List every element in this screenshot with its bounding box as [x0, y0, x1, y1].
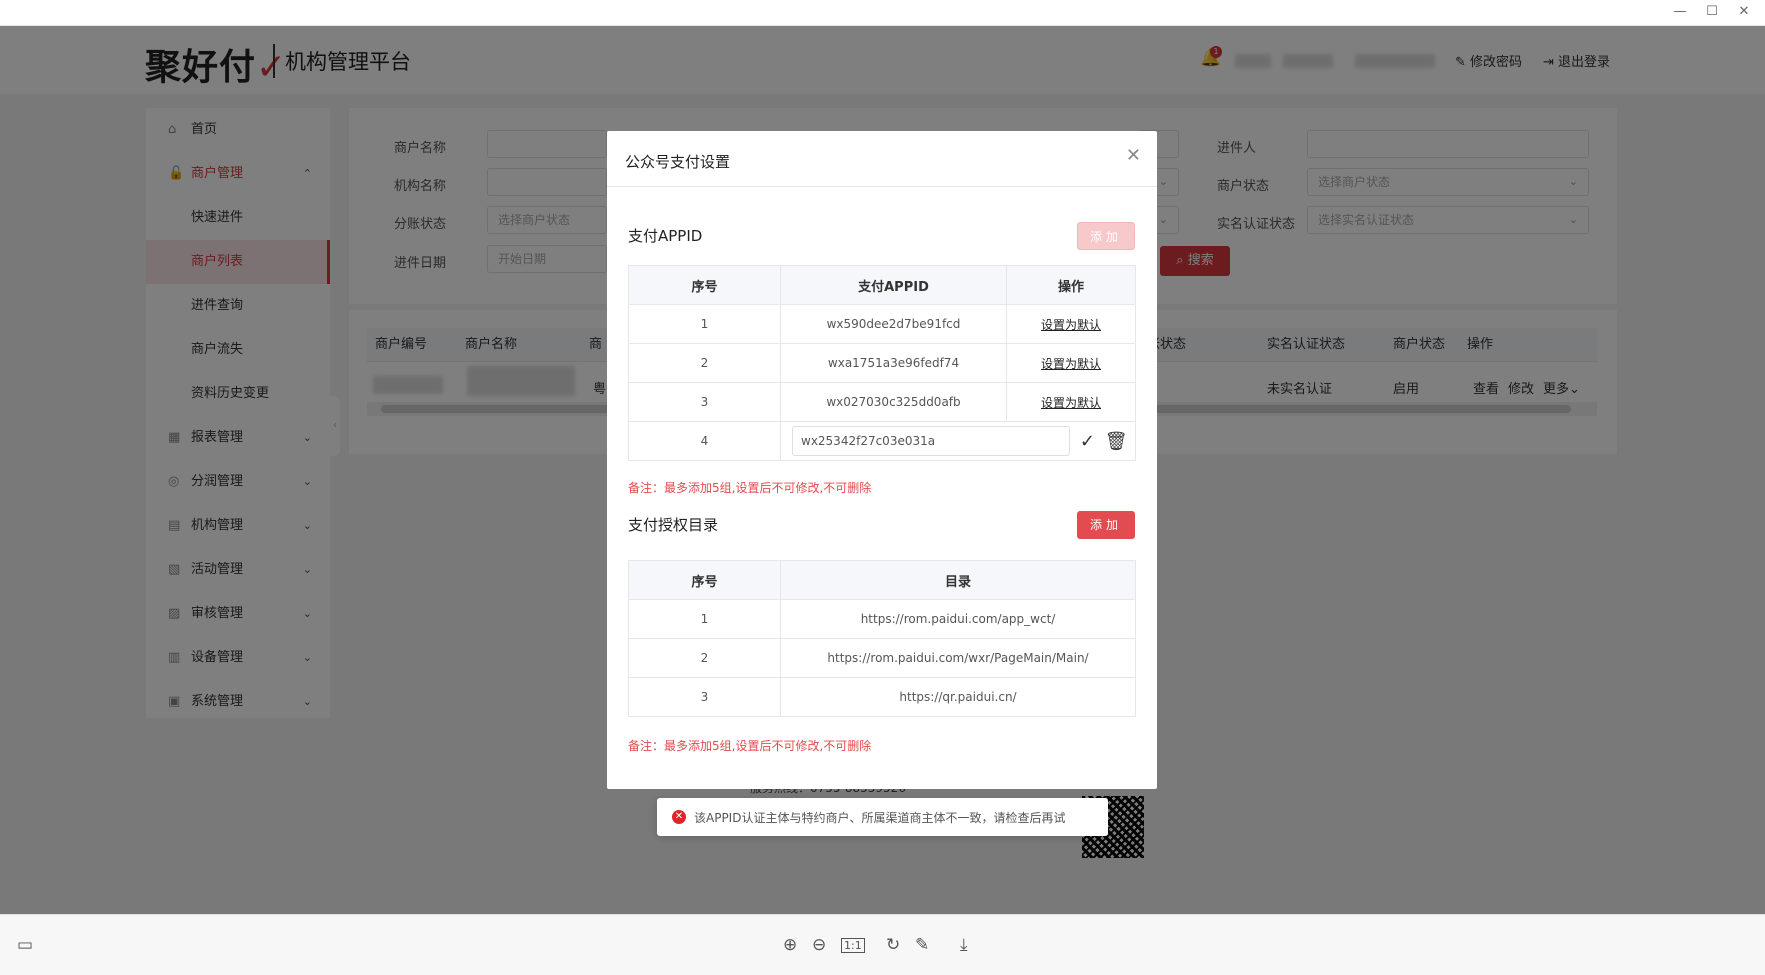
viewer-toolbar: ▭ ⊕ ⊖ 1:1 ↻ ✎ ⤓	[0, 914, 1765, 975]
panel-icon[interactable]: ▭	[17, 935, 33, 955]
close-icon[interactable]: ✕	[1126, 145, 1141, 166]
zoom-out-icon[interactable]: ⊖	[812, 935, 826, 955]
download-icon[interactable]: ⤓	[960, 935, 968, 955]
error-icon: ✕	[672, 810, 686, 824]
zoom-in-icon[interactable]: ⊕	[783, 935, 797, 955]
table-row: 3 wx027030c325dd0afb 设置为默认	[628, 382, 1136, 422]
toast-message: 该APPID认证主体与特约商户、所属渠道商主体不一致，请检查后再试	[694, 811, 1066, 825]
table-row-editing: 4 wx25342f27c03e031a ✓ 🗑	[628, 421, 1136, 461]
close-window-icon[interactable]: ✕	[1736, 4, 1752, 19]
confirm-check-icon[interactable]: ✓	[1080, 431, 1095, 452]
edit-icon[interactable]: ✎	[915, 935, 929, 955]
table-row: 1 https://rom.paidui.com/app_wct/	[628, 599, 1136, 639]
dir-note: 备注：最多添加5组,设置后不可修改,不可删除	[628, 739, 872, 753]
appid-note: 备注：最多添加5组,设置后不可修改,不可删除	[628, 481, 872, 495]
trash-icon[interactable]: 🗑	[1105, 431, 1128, 452]
wechat-pay-settings-dialog: 公众号支付设置 ✕ 支付APPID 添加 序号 支付APPID 操作 1 wx59…	[607, 131, 1157, 789]
dialog-divider	[607, 186, 1157, 187]
auth-dir-table: 序号 目录 1 https://rom.paidui.com/app_wct/ 2…	[628, 560, 1136, 717]
set-default-link[interactable]: 设置为默认	[1006, 343, 1136, 383]
add-appid-button[interactable]: 添加	[1077, 222, 1135, 250]
table-row: 2 wxa1751a3e96fedf74 设置为默认	[628, 343, 1136, 383]
rotate-icon[interactable]: ↻	[886, 935, 900, 955]
table-row: 3 https://qr.paidui.cn/	[628, 677, 1136, 717]
window-titlebar: — ☐ ✕	[0, 0, 1765, 26]
appid-table: 序号 支付APPID 操作 1 wx590dee2d7be91fcd 设置为默认 2…	[628, 265, 1136, 461]
dir-section-title: 支付授权目录	[628, 516, 719, 534]
add-dir-button[interactable]: 添加	[1077, 511, 1135, 539]
set-default-link[interactable]: 设置为默认	[1006, 382, 1136, 422]
minimize-icon[interactable]: —	[1672, 4, 1688, 19]
dialog-title: 公众号支付设置	[625, 153, 731, 171]
appid-input[interactable]: wx25342f27c03e031a	[792, 426, 1070, 456]
error-toast: ✕ 该APPID认证主体与特约商户、所属渠道商主体不一致，请检查后再试	[657, 798, 1108, 836]
maximize-icon[interactable]: ☐	[1704, 4, 1720, 19]
appid-section-title: 支付APPID	[628, 227, 703, 245]
table-row: 1 wx590dee2d7be91fcd 设置为默认	[628, 304, 1136, 344]
actual-size-icon[interactable]: 1:1	[841, 938, 865, 953]
table-row: 2 https://rom.paidui.com/wxr/PageMain/Mai…	[628, 638, 1136, 678]
set-default-link[interactable]: 设置为默认	[1006, 304, 1136, 344]
